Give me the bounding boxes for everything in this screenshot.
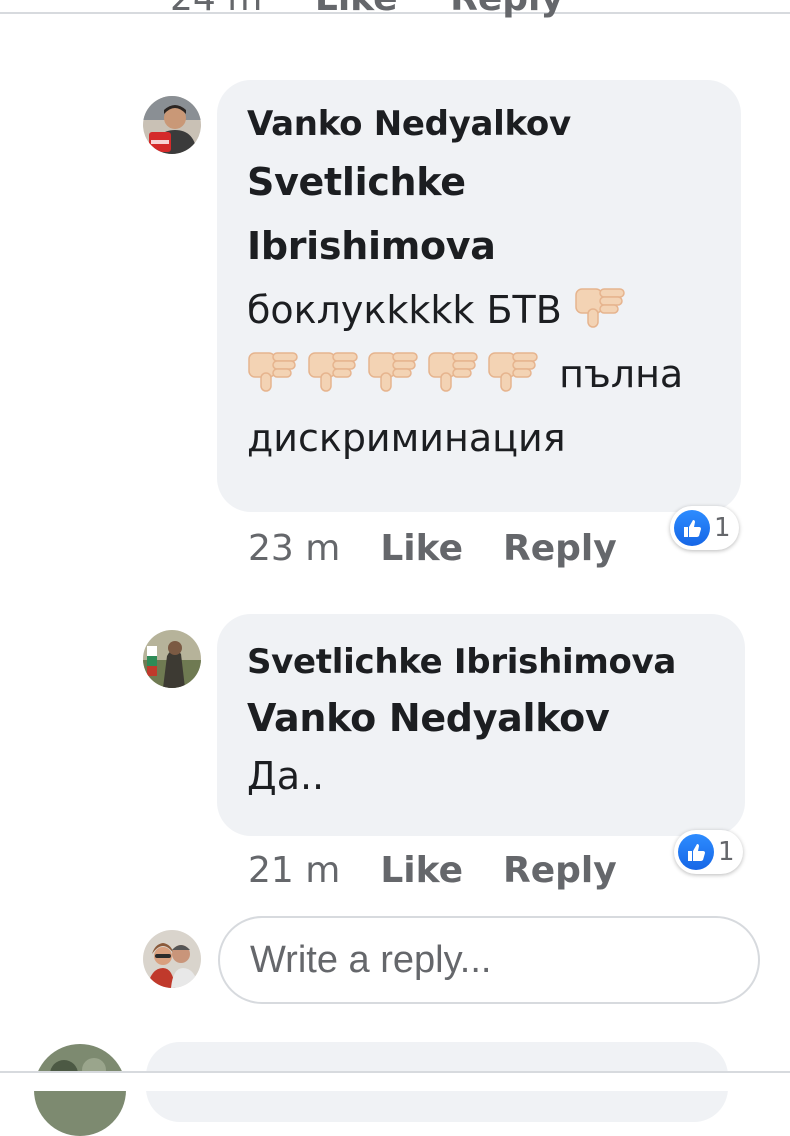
like-reaction-icon	[678, 834, 714, 870]
reaction-count: 1	[718, 837, 735, 867]
bottom-divider	[0, 1071, 790, 1091]
avatar-vanko[interactable]	[143, 96, 201, 154]
reaction-count: 1	[714, 513, 731, 543]
comment-time[interactable]: 23 m	[248, 528, 340, 569]
comment-text: пълна	[559, 352, 684, 396]
comment-meta: 21 m Like Reply	[248, 850, 617, 891]
thumbs-down-icon	[428, 352, 478, 392]
comment-author[interactable]: Vanko Nedyalkov	[247, 102, 741, 146]
previous-comment-like-button[interactable]: Like	[315, 0, 398, 19]
comment-time[interactable]: 21 m	[248, 850, 340, 891]
thumbs-down-icon	[575, 288, 625, 328]
reaction-summary[interactable]: 1	[674, 830, 743, 874]
comment-author[interactable]: Svetlichke Ibrishimova	[247, 640, 745, 684]
avatar-svetlichke[interactable]	[143, 630, 201, 688]
comment-text-line: пълна	[247, 342, 741, 406]
mention-link[interactable]: Ibrishimova	[247, 214, 741, 278]
comment-text: боклукkkkk БТВ	[247, 288, 562, 332]
like-reaction-icon	[674, 510, 710, 546]
comment-bubble: Vanko Nedyalkov Svetlichke Ibrishimova б…	[217, 80, 741, 512]
previous-comment-meta: 24 m Like Reply	[170, 0, 604, 19]
mention-link[interactable]: Svetlichke	[247, 150, 741, 214]
reply-button[interactable]: Reply	[503, 850, 617, 891]
reply-button[interactable]: Reply	[503, 528, 617, 569]
previous-comment-reply-button[interactable]: Reply	[450, 0, 564, 19]
current-user-avatar	[143, 930, 201, 988]
comment-bubble: Svetlichke Ibrishimova Vanko Nedyalkov Д…	[217, 614, 745, 836]
reaction-summary[interactable]: 1	[670, 506, 739, 550]
thumbs-down-icon	[488, 352, 538, 392]
comment-text: Да..	[247, 754, 325, 798]
write-reply-input[interactable]	[218, 916, 760, 1004]
comment-text: дискриминация	[247, 416, 566, 460]
comment-meta: 23 m Like Reply	[248, 528, 617, 569]
thumbs-down-icon	[248, 352, 298, 392]
comment-text-line: боклукkkkk БТВ	[247, 278, 741, 342]
mention-link[interactable]: Vanko Nedyalkov	[247, 686, 745, 750]
like-button[interactable]: Like	[380, 528, 463, 569]
thumbs-down-icon	[368, 352, 418, 392]
previous-comment-time: 24 m	[170, 0, 262, 19]
like-button[interactable]: Like	[380, 850, 463, 891]
thumbs-down-icon	[308, 352, 358, 392]
